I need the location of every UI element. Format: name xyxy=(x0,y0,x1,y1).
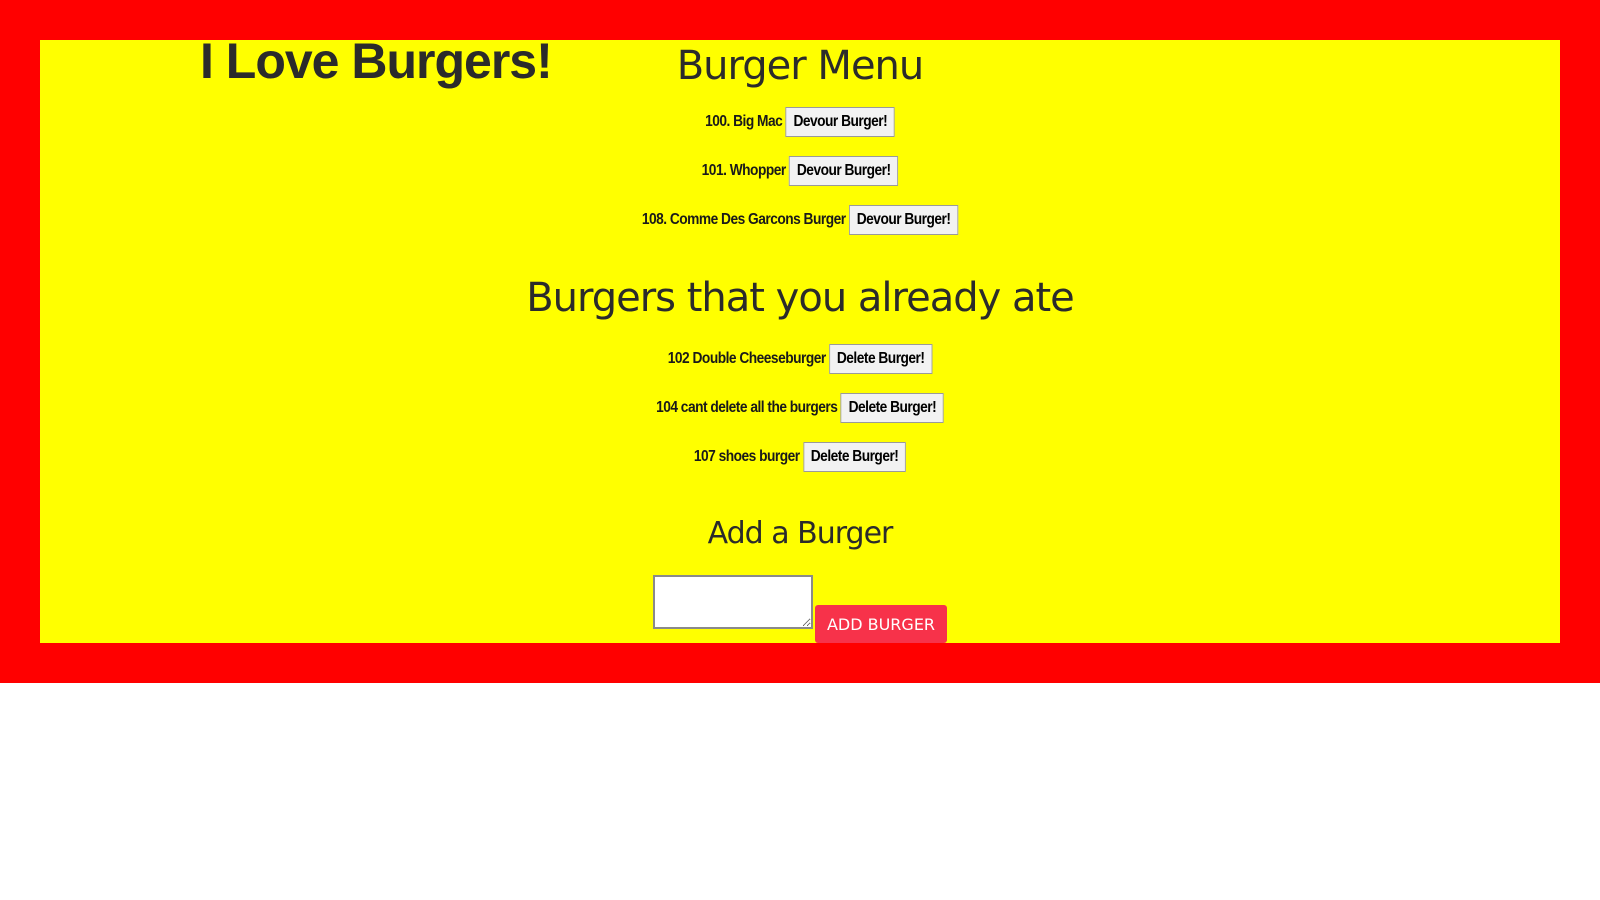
eaten-item-name: 102 Double Cheeseburger xyxy=(667,350,826,367)
eaten-item-name: 107 shoes burger xyxy=(693,448,800,465)
menu-item: 101. Whopper Devour Burger! xyxy=(542,156,1058,186)
add-burger-form: ADD BURGER xyxy=(500,575,1100,643)
delete-button[interactable]: Delete Burger! xyxy=(829,344,933,374)
page-frame: I Love Burgers! Burger Menu 100. Big Mac… xyxy=(0,0,1600,683)
devour-button[interactable]: Devour Burger! xyxy=(789,156,899,186)
eaten-item-name: 104 cant delete all the burgers xyxy=(656,399,838,416)
add-burger-title: Add a Burger xyxy=(707,516,894,551)
menu-item-name: 108. Comme Des Garcons Burger xyxy=(641,211,846,228)
devour-button[interactable]: Devour Burger! xyxy=(849,205,959,235)
eaten-item: 102 Double Cheeseburger Delete Burger! xyxy=(542,344,1058,374)
burger-name-input[interactable] xyxy=(652,575,813,629)
menu-item: 100. Big Mac Devour Burger! xyxy=(542,107,1058,137)
eaten-item: 107 shoes burger Delete Burger! xyxy=(542,442,1058,472)
content-panel: I Love Burgers! Burger Menu 100. Big Mac… xyxy=(40,33,1560,643)
delete-button[interactable]: Delete Burger! xyxy=(803,442,907,472)
menu-item-name: 100. Big Mac xyxy=(705,113,783,130)
menu-item: 108. Comme Des Garcons Burger Devour Bur… xyxy=(542,205,1058,235)
eaten-title: Burgers that you already ate xyxy=(526,275,1075,321)
devour-button[interactable]: Devour Burger! xyxy=(785,107,895,137)
menu-item-name: 101. Whopper xyxy=(701,162,787,179)
add-burger-button[interactable]: ADD BURGER xyxy=(814,605,948,643)
eaten-item: 104 cant delete all the burgers Delete B… xyxy=(542,393,1058,423)
menu-title: Burger Menu xyxy=(676,43,925,89)
delete-button[interactable]: Delete Burger! xyxy=(840,393,944,423)
